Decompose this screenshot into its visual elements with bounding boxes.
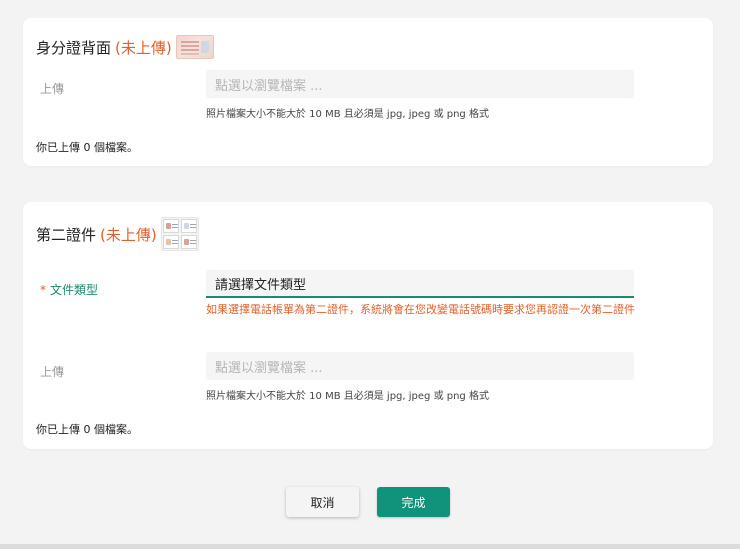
doc-type-select[interactable]: 請選擇文件類型 <box>206 270 634 298</box>
second-doc-warning: 如果選擇電話帳單為第二證件，系統將會在您改變電話號碼時要求您再認證一次第二證件 <box>206 303 635 316</box>
second-doc-title: 第二證件 <box>36 225 97 244</box>
id-back-upload-input[interactable]: 點選以瀏覽檔案 ... <box>206 70 634 98</box>
cancel-button[interactable]: 取消 <box>286 487 359 517</box>
id-back-upload-hint: 照片檔案大小不能大於 10 MB 且必須是 jpg, jpeg 或 png 格式 <box>206 109 489 120</box>
doc-type-label-text: 文件類型 <box>50 283 99 297</box>
id-back-upload-count: 你已上傳 0 個檔案。 <box>36 141 138 154</box>
id-back-title-row: 身分證背面 (未上傳) <box>36 35 214 59</box>
required-mark: * <box>40 283 46 297</box>
second-doc-upload-input[interactable]: 點選以瀏覽檔案 ... <box>206 352 634 380</box>
id-back-title: 身分證背面 <box>36 38 112 57</box>
second-doc-upload-count: 你已上傳 0 個檔案。 <box>36 423 138 436</box>
second-doc-title-row: 第二證件 (未上傳) <box>36 217 199 251</box>
second-doc-card: 第二證件 (未上傳) * 文件類型 請選擇文件類型 如果選擇電話帳單為第二證件，系… <box>23 202 713 449</box>
id-back-card: 身分證背面 (未上傳) 上傳 點選以瀏覽檔案 ... 照片檔案大小不能大於 10… <box>23 18 713 166</box>
id-card-back-thumbnail-icon <box>175 35 214 59</box>
doc-type-label: * 文件類型 <box>40 281 98 298</box>
done-button[interactable]: 完成 <box>377 487 450 517</box>
bottom-bar <box>0 544 740 549</box>
id-back-upload-label: 上傳 <box>40 82 65 96</box>
second-doc-status: (未上傳) <box>100 225 157 244</box>
second-doc-upload-hint: 照片檔案大小不能大於 10 MB 且必須是 jpg, jpeg 或 png 格式 <box>206 391 489 402</box>
id-back-status: (未上傳) <box>115 38 172 57</box>
second-doc-upload-label: 上傳 <box>40 365 65 379</box>
second-document-thumbnail-icon <box>160 217 199 251</box>
